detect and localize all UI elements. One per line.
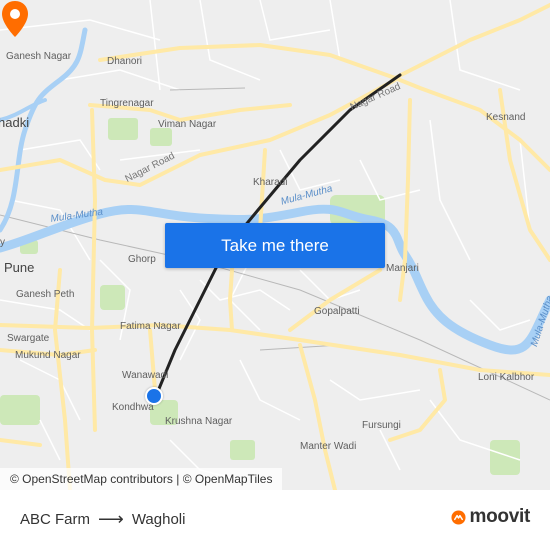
park-area [0, 395, 40, 425]
place-label: Swargate [7, 333, 50, 344]
park-area [230, 440, 255, 460]
origin-name: ABC Farm [20, 510, 91, 528]
place-label: Ganesh Nagar [6, 51, 72, 62]
place-label: Fursungi [362, 420, 401, 431]
place-label: Gopalpatti [314, 306, 360, 317]
omt-attribution-link[interactable]: © OpenMapTiles [183, 472, 273, 486]
route-footer: ABC Farm ⟶ Wagholi moovit [0, 490, 550, 550]
place-label: Viman Nagar [158, 119, 217, 130]
place-label: Kondhwa [112, 402, 154, 413]
park-area [490, 440, 520, 475]
park-area [150, 128, 172, 146]
map-view[interactable]: Ganesh Nagar Dhanori Tingrenagar Viman N… [0, 0, 550, 490]
osm-attribution-link[interactable]: © OpenStreetMap contributors [10, 472, 173, 486]
place-label: Ghorp [128, 254, 156, 265]
place-label: Manter Wadi [300, 441, 357, 452]
destination-name: Wagholi [131, 510, 186, 528]
take-me-there-button[interactable]: Take me there [165, 223, 385, 268]
place-label: Manjari [386, 263, 419, 274]
place-label: Krushna Nagar [165, 416, 233, 427]
place-label: hadki [0, 115, 30, 130]
moovit-logo-icon [450, 509, 466, 525]
destination-pin-icon [2, 1, 28, 37]
place-label: Fatima Nagar [120, 321, 181, 332]
route-summary: ABC Farm ⟶ Wagholi [20, 510, 185, 528]
place-label: Loni Kalbhor [478, 372, 535, 383]
place-label: Kesnand [486, 112, 526, 123]
attribution-separator: | [172, 472, 183, 486]
place-label: Tingrenagar [100, 98, 154, 109]
place-label: Wanawadi [122, 370, 169, 381]
moovit-logo: moovit [450, 506, 531, 528]
place-label: y [0, 237, 5, 248]
place-label: Pune [4, 260, 35, 275]
place-label: Ganesh Peth [16, 289, 75, 300]
place-label: Kharadi [253, 177, 288, 188]
arrow-right-icon: ⟶ [98, 509, 124, 529]
place-label: Mukund Nagar [15, 350, 81, 361]
place-label: Dhanori [107, 56, 143, 67]
moovit-logo-text: moovit [469, 506, 531, 527]
park-area [108, 118, 138, 140]
origin-marker [145, 387, 163, 405]
map-attribution: © OpenStreetMap contributors | © OpenMap… [0, 468, 283, 490]
park-area [100, 285, 125, 310]
